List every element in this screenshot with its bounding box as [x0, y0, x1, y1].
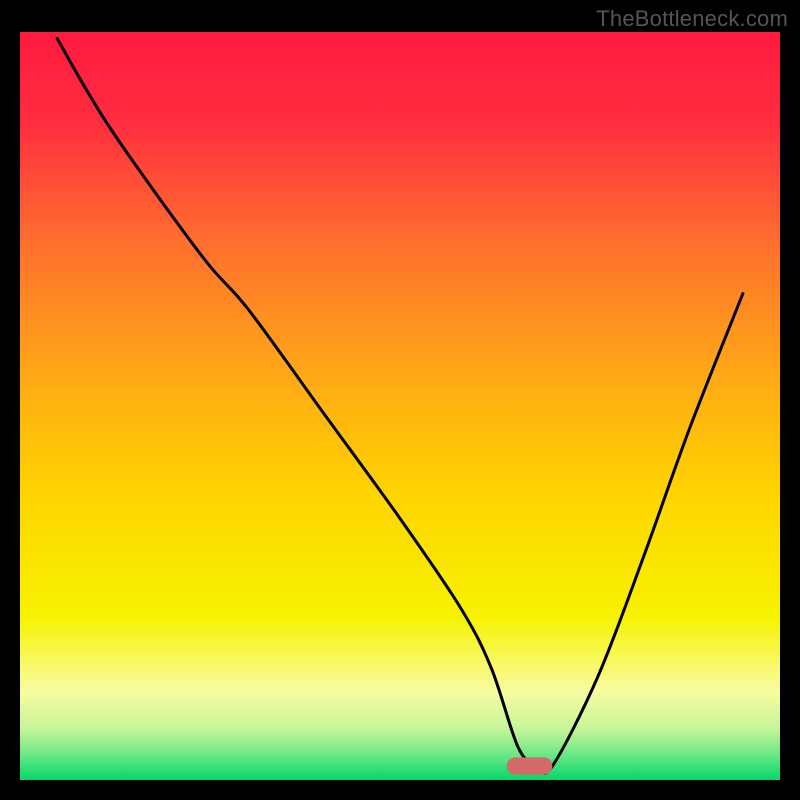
chart-frame: TheBottleneck.com: [0, 0, 800, 800]
bottleneck-chart: [0, 0, 800, 800]
highlight-pill: [507, 757, 553, 774]
watermark-text: TheBottleneck.com: [596, 6, 788, 32]
gradient-background: [19, 31, 781, 781]
